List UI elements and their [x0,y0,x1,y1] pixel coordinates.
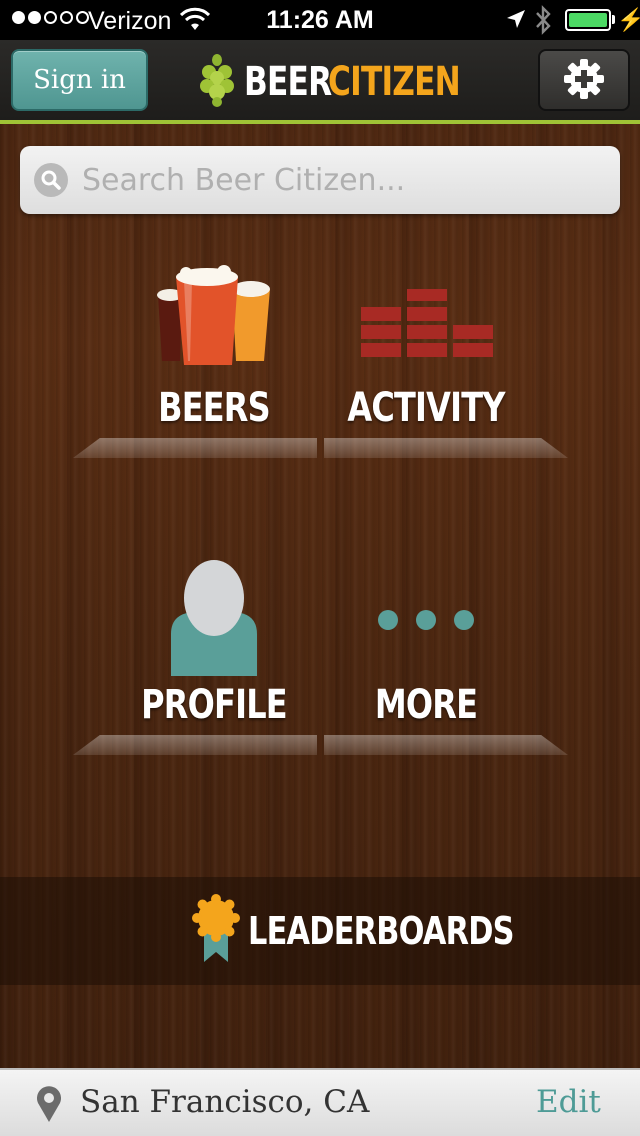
nav-bar: Sign in BEER CITIZEN [0,40,640,124]
user-avatar-icon [169,560,259,681]
map-pin-icon [36,1085,62,1128]
shelf-beers [73,438,317,458]
beers-label: BEERS [158,385,271,431]
battery-tip [612,15,615,24]
brand-beer-text: BEER [244,59,332,105]
sign-in-button[interactable]: Sign in [11,49,148,111]
search-icon [34,163,68,197]
gear-icon [563,58,605,103]
leaderboards-button[interactable]: LEADERBOARDS [0,877,640,985]
location-bar: San Francisco, CA Edit [0,1068,640,1136]
edit-location-button[interactable]: Edit [536,1084,601,1120]
menu-tile-activity[interactable]: ACTIVITY [305,265,547,455]
brand-citizen-text: CITIZEN [327,59,461,105]
more-label: MORE [374,682,478,728]
brand-logo: BEER CITIZEN [198,52,489,113]
profile-label: PROFILE [141,682,288,728]
menu-tile-profile[interactable]: PROFILE [93,560,335,750]
menu-tile-more[interactable]: MORE [305,560,547,750]
activity-label: ACTIVITY [347,385,505,431]
shelf-more [324,735,568,755]
battery-icon [565,9,611,31]
search-input[interactable] [82,162,602,198]
leaderboards-label: LEADERBOARDS [248,909,515,953]
current-location: San Francisco, CA [80,1084,370,1120]
award-ribbon-icon [192,893,240,969]
shelf-profile [73,735,317,755]
menu-tile-beers[interactable]: BEERS [93,265,335,455]
bluetooth-icon [534,5,552,42]
activity-bars-icon [361,287,493,364]
ellipsis-icon [377,608,477,637]
search-bar[interactable] [20,146,620,214]
settings-button[interactable] [538,49,630,111]
charging-icon: ⚡ [617,7,640,32]
shelf-activity [324,438,568,458]
location-arrow-icon [505,8,527,37]
beer-glasses-icon [156,265,272,370]
status-bar: Verizon 11:26 AM ⚡ [0,0,640,40]
hop-icon [198,52,236,113]
